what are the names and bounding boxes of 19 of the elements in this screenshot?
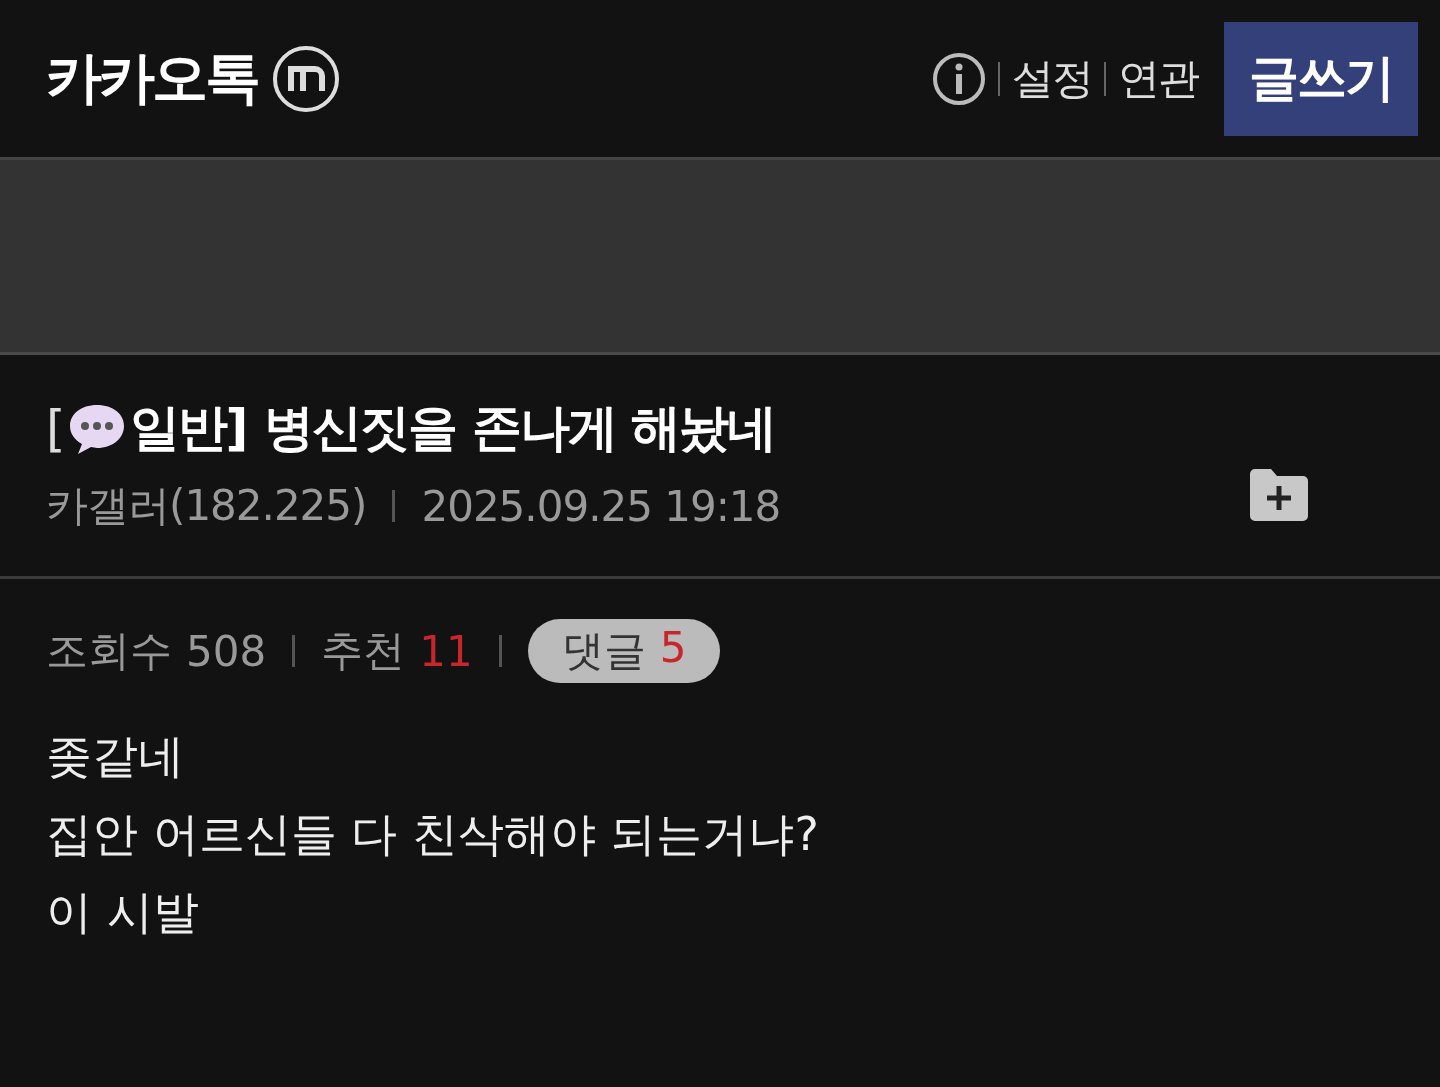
site-logo[interactable]: 카카오톡 <box>46 40 258 117</box>
post-date: 2025.09.25 19:18 <box>421 481 781 531</box>
post-body-line: 집안 어르신들 다 친삭해야 되는거냐? <box>46 806 820 863</box>
comment-count-badge[interactable]: 댓글 5 <box>527 619 721 683</box>
nav-link[interactable]: 연관 <box>1118 50 1198 107</box>
m-circle-icon <box>272 44 340 113</box>
post-body-line: 좆같네 <box>46 728 185 785</box>
info-icon[interactable] <box>932 51 986 106</box>
stat-label: 추천 <box>321 625 406 677</box>
write-button[interactable]: 글쓰기 <box>1224 21 1418 136</box>
post-author: 카갤러(182.225) <box>46 480 367 532</box>
nav-link[interactable]: 설정 <box>1012 50 1092 107</box>
bracket-text: [ <box>46 399 64 458</box>
stat-value: 11 <box>419 626 473 676</box>
post-body-line: 이 시발 <box>46 884 200 941</box>
stat-label: 조회수 <box>46 625 172 677</box>
post-category: 일반] <box>129 398 247 459</box>
post-title: 병신짓을 존나게 해놨네 <box>264 398 776 459</box>
stat-value: 508 <box>186 626 267 676</box>
